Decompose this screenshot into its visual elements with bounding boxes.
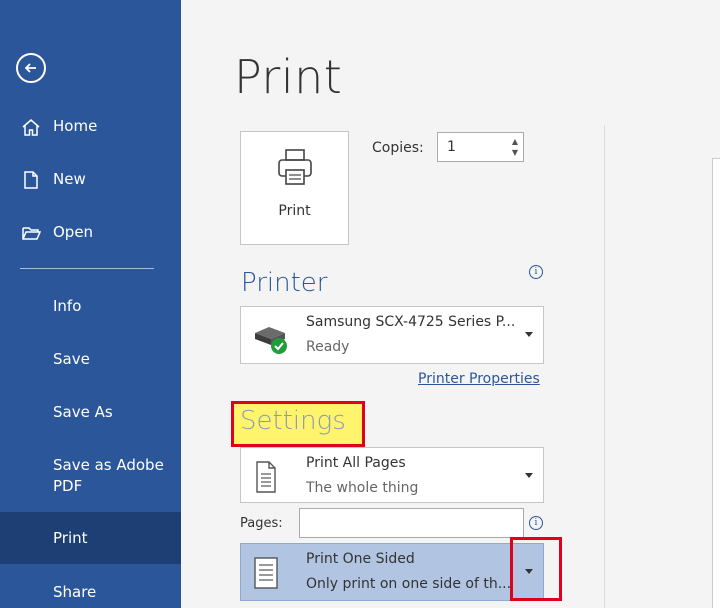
copies-spin-buttons[interactable]: ▲ ▼ [512,136,518,158]
print-button[interactable]: Print [240,131,349,245]
printer-heading: Printer [241,268,328,298]
sidebar-item-label: Open [53,223,94,241]
preview-divider [604,125,605,608]
sidebar-item-label: New [53,170,86,188]
sidebar-item-save-as-adobe-pdf[interactable]: Save as Adobe PDF [0,453,181,497]
print-sides-dropdown[interactable]: Print One Sided Only print on one side o… [240,543,544,601]
back-arrow-icon [24,63,36,73]
sidebar-item-home[interactable]: Home [0,104,181,148]
open-folder-icon [22,227,42,240]
print-pages-dropdown[interactable]: Print All Pages The whole thing [240,447,544,503]
sidebar-item-share[interactable]: Share [0,570,181,608]
sidebar-divider [20,268,154,269]
back-button[interactable] [16,53,46,83]
one-sided-icon [254,557,278,589]
info-icon[interactable]: i [529,516,543,530]
copies-value: 1 [447,139,456,155]
sidebar-item-label: Save [53,350,90,368]
printer-status: Ready [306,339,350,355]
settings-annotation-box [231,401,365,447]
sidebar-item-label: Share [53,583,97,601]
sidebar-item-label: Info [53,297,82,315]
print-pages-subtitle: The whole thing [306,480,419,496]
pages-icon [256,461,276,493]
print-button-label: Print [278,203,311,219]
print-sides-title: Print One Sided [306,551,415,567]
sidebar-item-print[interactable]: Print [0,512,181,564]
page-title: Print [234,50,343,104]
copies-label: Copies: [372,140,424,156]
backstage-sidebar: Home New Open Info Save Save As Save as … [0,0,181,608]
dropdown-caret-icon [525,332,533,337]
sidebar-item-open[interactable]: Open [0,210,181,254]
dropdown-caret-icon [525,473,533,478]
printer-name: Samsung SCX-4725 Series P... [306,314,516,330]
printer-icon [278,149,312,185]
print-sides-subtitle: Only print on one side of th... [306,576,512,592]
pages-input[interactable] [299,508,524,538]
sidebar-item-label: Home [53,117,98,135]
printer-ready-icon [255,327,287,354]
sidebar-item-save-as[interactable]: Save As [0,390,181,434]
print-preview-page [712,158,720,608]
home-icon [22,119,40,136]
sidebar-item-save[interactable]: Save [0,337,181,381]
sidebar-item-label: Print [53,529,88,547]
printer-properties-link[interactable]: Printer Properties [418,371,540,387]
copies-stepper[interactable]: 1 ▲ ▼ [437,132,524,162]
printer-dropdown[interactable]: Samsung SCX-4725 Series P... Ready [240,306,544,364]
pages-label: Pages: [240,516,283,531]
caret-annotation-box [510,537,562,601]
sidebar-item-label: Save as Adobe PDF [53,456,164,495]
sidebar-item-label: Save As [53,403,113,421]
sidebar-item-new[interactable]: New [0,157,181,201]
print-pages-title: Print All Pages [306,455,406,471]
sidebar-item-info[interactable]: Info [0,284,181,328]
new-document-icon [24,171,38,189]
info-icon[interactable]: i [529,265,543,279]
